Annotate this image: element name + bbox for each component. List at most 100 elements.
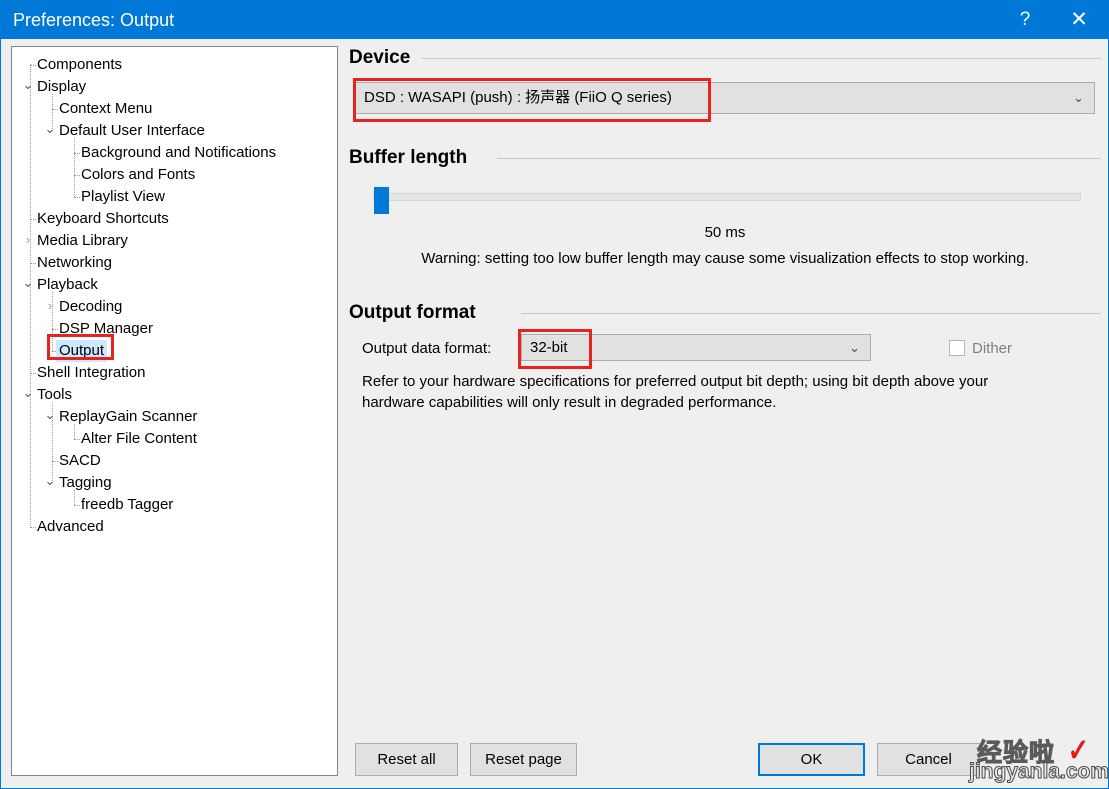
tree-item-media-library[interactable]: › Media Library <box>26 230 128 252</box>
window-title: Preferences: Output <box>13 10 175 30</box>
chevron-down-icon[interactable]: ⌄ <box>44 406 56 428</box>
output-format-group-rule <box>521 313 1101 314</box>
preferences-dialog: Preferences: Output ? ✕ Components ⌄ Displ… <box>0 0 1109 789</box>
tree-item-default-user-interface[interactable]: ⌄ Default User Interface <box>45 120 205 142</box>
output-format-description: Refer to your hardware specifications fo… <box>362 373 989 411</box>
tree-item-label: Colors and Fonts <box>81 166 196 183</box>
output-data-format-label: Output data format: <box>362 340 492 357</box>
tree-line <box>74 138 75 197</box>
tree-item-tools[interactable]: ⌄ Tools <box>23 384 73 406</box>
tree-item-label: SACD <box>59 452 101 469</box>
tree-item-label: Media Library <box>37 232 128 249</box>
tree-item-label: Shell Integration <box>37 364 146 381</box>
tree-item-label: Display <box>37 78 87 95</box>
tree-line <box>52 109 58 110</box>
device-group-header: Device <box>349 46 1101 70</box>
output-data-format-combobox[interactable]: 32-bit ⌄ <box>521 334 871 361</box>
tree-item-decoding[interactable]: › Decoding <box>48 296 123 318</box>
watermark-cn-text: 经验啦 <box>976 739 1056 768</box>
ok-button[interactable]: OK <box>758 743 865 776</box>
close-icon[interactable]: ✕ <box>1056 1 1102 39</box>
tree-item-label: Playlist View <box>81 188 165 205</box>
output-format-group-title: Output format <box>349 302 476 323</box>
tree-item-label: Alter File Content <box>81 430 197 447</box>
device-combobox-value: DSD : WASAPI (push) : 扬声器 (FiiO Q series… <box>364 89 672 106</box>
tree-item-display[interactable]: ⌄ Display <box>23 76 87 98</box>
buffer-group-header: Buffer length <box>349 146 1101 170</box>
tree-item-playlist-view[interactable]: Playlist View <box>81 186 165 208</box>
tree-item-background-and-notifications[interactable]: Background and Notifications <box>81 142 276 164</box>
tree-item-label: Output <box>56 340 108 362</box>
buffer-group-rule <box>497 158 1101 159</box>
chevron-down-icon: ⌄ <box>1073 90 1084 105</box>
chevron-right-icon[interactable]: › <box>22 230 34 252</box>
reset-all-button[interactable]: Reset all <box>355 743 458 776</box>
tree-item-output[interactable]: Output <box>56 340 108 362</box>
tree-line <box>74 175 80 176</box>
settings-panel: Device DSD : WASAPI (push) : 扬声器 (FiiO Q… <box>349 46 1101 721</box>
tree-item-label: Context Menu <box>59 100 153 117</box>
tree-item-label: Tagging <box>59 474 112 491</box>
tree-item-freedb-tagger[interactable]: freedb Tagger <box>81 494 173 516</box>
tree-item-label: freedb Tagger <box>81 496 174 513</box>
tree-item-context-menu[interactable]: Context Menu <box>59 98 152 120</box>
chevron-down-icon[interactable]: ⌄ <box>44 120 56 142</box>
tree-line <box>74 505 80 506</box>
tree-line <box>74 439 80 440</box>
tree-item-alter-file-content[interactable]: Alter File Content <box>81 428 197 450</box>
tree-line <box>30 527 36 528</box>
cancel-button[interactable]: Cancel <box>877 743 980 776</box>
buffer-length-warning: Warning: setting too low buffer length m… <box>421 250 1029 267</box>
tree-item-label: Advanced <box>37 518 104 535</box>
tree-line <box>30 65 36 66</box>
chevron-down-icon[interactable]: ⌄ <box>22 76 34 98</box>
preferences-tree[interactable]: Components ⌄ Display Context Menu ⌄ Default U… <box>11 46 338 776</box>
title-bar: Preferences: Output ? ✕ <box>1 1 1109 39</box>
device-combobox[interactable]: DSD : WASAPI (push) : 扬声器 (FiiO Q series… <box>355 82 1095 114</box>
watermark-url: jingyanla.com <box>968 760 1109 784</box>
tree-line <box>30 263 36 264</box>
tree-item-label: DSP Manager <box>59 320 153 337</box>
tree-line <box>30 219 36 220</box>
chevron-down-icon[interactable]: ⌄ <box>22 384 34 406</box>
reset-page-button[interactable]: Reset page <box>470 743 577 776</box>
tree-item-label: Default User Interface <box>59 122 205 139</box>
tree-item-label: Keyboard Shortcuts <box>37 210 169 227</box>
buffer-length-slider-thumb[interactable] <box>374 187 389 214</box>
chevron-down-icon[interactable]: ⌄ <box>22 274 34 296</box>
tree-item-keyboard-shortcuts[interactable]: Keyboard Shortcuts <box>37 208 169 230</box>
tree-item-label: Networking <box>37 254 113 271</box>
tree-item-colors-and-fonts[interactable]: Colors and Fonts <box>81 164 195 186</box>
tree-item-label: ReplayGain Scanner <box>59 408 198 425</box>
help-icon[interactable]: ? <box>1002 1 1048 39</box>
tree-item-networking[interactable]: Networking <box>37 252 112 274</box>
tree-item-playback[interactable]: ⌄ Playback <box>23 274 98 296</box>
tree-line <box>52 329 58 330</box>
output-data-format-value: 32-bit <box>530 339 568 356</box>
tree-item-label: Tools <box>37 386 73 403</box>
watermark: 经验啦 ✓ jingyanla.com <box>968 732 1109 789</box>
tree-item-label: Playback <box>37 276 98 293</box>
buffer-length-slider[interactable] <box>373 187 1081 214</box>
tree-line <box>52 461 58 462</box>
tree-item-label: Background and Notifications <box>81 144 277 161</box>
tree-line <box>74 153 80 154</box>
output-format-group-header: Output format <box>349 301 1101 325</box>
tree-line <box>30 373 36 374</box>
tree-item-dsp-manager[interactable]: DSP Manager <box>59 318 153 340</box>
chevron-down-icon[interactable]: ⌄ <box>44 472 56 494</box>
check-icon: ✓ <box>1067 732 1090 768</box>
tree-item-replaygain-scanner[interactable]: ⌄ ReplayGain Scanner <box>45 406 198 428</box>
buffer-group-title: Buffer length <box>349 147 468 168</box>
tree-item-advanced[interactable]: Advanced <box>37 516 104 538</box>
tree-item-tagging[interactable]: ⌄ Tagging <box>45 472 112 494</box>
tree-item-components[interactable]: Components <box>37 54 122 76</box>
tree-item-label: Components <box>37 56 123 73</box>
tree-item-sacd[interactable]: SACD <box>59 450 101 472</box>
tree-item-shell-integration[interactable]: Shell Integration <box>37 362 145 384</box>
dither-label: Dither <box>972 340 1013 357</box>
chevron-down-icon: ⌄ <box>849 340 860 355</box>
tree-line <box>74 197 80 198</box>
chevron-right-icon[interactable]: › <box>44 296 56 318</box>
dither-checkbox[interactable] <box>949 340 965 356</box>
